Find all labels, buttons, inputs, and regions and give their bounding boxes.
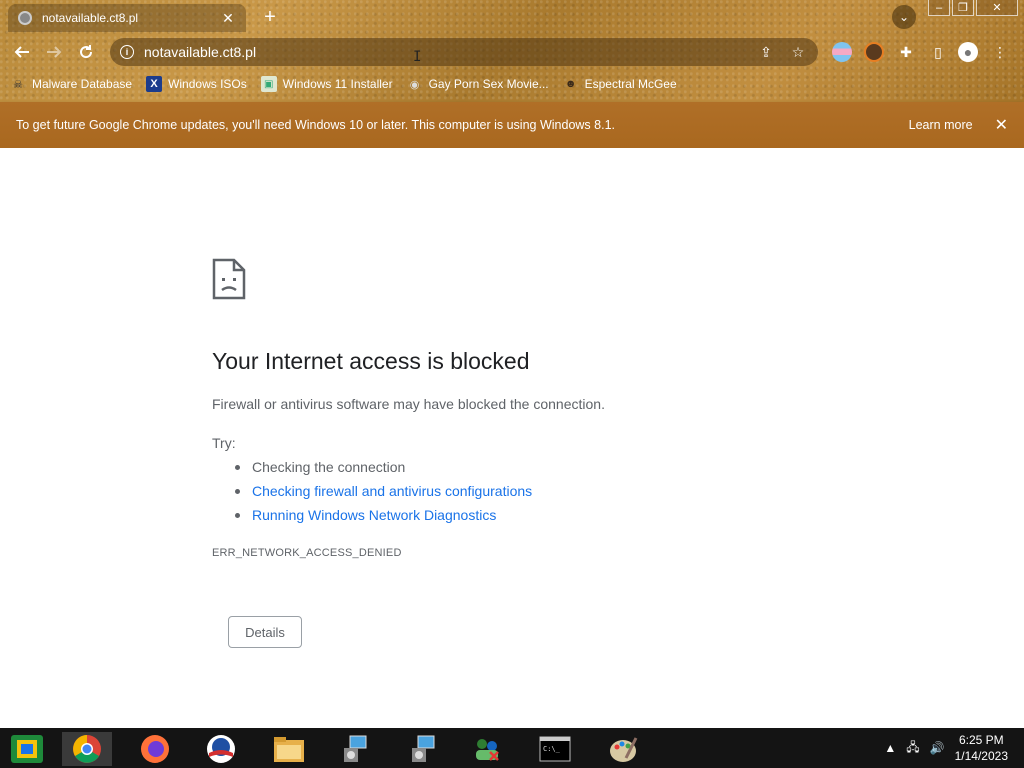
bookmark-star-icon[interactable]: ☆ xyxy=(788,44,808,61)
details-button[interactable]: Details xyxy=(228,616,302,648)
error-code: ERR_NETWORK_ACCESS_DENIED xyxy=(212,547,402,559)
bookmark-porn-site[interactable]: ◉ Gay Porn Sex Movie... xyxy=(407,76,549,92)
volume-icon[interactable]: 🔊 xyxy=(930,741,945,755)
browser-tab[interactable]: notavailable.ct8.pl ✕ xyxy=(8,4,246,32)
svg-text:C:\_: C:\_ xyxy=(543,745,561,753)
sad-document-icon xyxy=(212,258,246,300)
close-window-button[interactable]: ✕ xyxy=(976,0,1018,16)
address-bar[interactable]: i notavailable.ct8.pl ⇪ ☆ xyxy=(110,38,818,66)
taskbar-installer-2[interactable] xyxy=(398,732,448,766)
error-page: Your Internet access is blocked Firewall… xyxy=(0,148,1024,728)
globe-icon xyxy=(18,11,32,25)
network-users-icon xyxy=(476,739,499,761)
chrome-icon xyxy=(73,735,101,763)
taskbar-command-prompt[interactable]: C:\_ xyxy=(530,732,580,766)
maximize-button[interactable]: ❐ xyxy=(952,0,974,16)
learn-more-link[interactable]: Learn more xyxy=(909,118,973,132)
clock[interactable]: 6:25 PM 1/14/2023 xyxy=(955,732,1008,764)
paint-icon xyxy=(610,737,638,762)
installer-icon xyxy=(344,735,367,762)
firefox-icon xyxy=(141,735,169,763)
bookmark-label: Espectral McGee xyxy=(584,77,677,91)
new-tab-button[interactable]: + xyxy=(260,6,280,29)
taskbar-firefox[interactable] xyxy=(130,732,180,766)
extensions-puzzle-icon[interactable]: ✚ xyxy=(896,42,916,62)
update-infobar: To get future Google Chrome updates, you… xyxy=(0,102,1024,148)
back-arrow-icon xyxy=(14,46,29,58)
skull-icon: ☠ xyxy=(13,78,23,91)
show-hidden-icons-icon[interactable]: ▲ xyxy=(884,741,896,755)
file-explorer-icon xyxy=(274,737,304,762)
url-text[interactable]: notavailable.ct8.pl xyxy=(144,44,744,60)
side-panel-icon[interactable]: ▯ xyxy=(928,42,948,62)
suggestion-firewall-link[interactable]: Checking firewall and antivirus configur… xyxy=(234,482,532,506)
suggestions-list: Checking the connection Checking firewal… xyxy=(234,458,532,530)
menu-kebab-icon[interactable]: ⋮ xyxy=(990,42,1010,62)
forward-arrow-icon xyxy=(47,46,62,58)
taskbar-installer-1[interactable] xyxy=(330,732,380,766)
suggestion-check-connection: Checking the connection xyxy=(234,458,532,482)
browser-frame: notavailable.ct8.pl ✕ + ⌄ – ❐ ✕ i notava… xyxy=(0,0,1024,102)
taskbar-paint[interactable] xyxy=(598,732,648,766)
reload-button[interactable] xyxy=(74,40,98,64)
site-info-icon[interactable]: i xyxy=(120,45,134,59)
taskbar-obama-app[interactable] xyxy=(196,732,246,766)
bookmark-espectral-mcgee[interactable]: ☻ Espectral McGee xyxy=(563,76,677,92)
forward-button[interactable] xyxy=(42,40,66,64)
infobar-message: To get future Google Chrome updates, you… xyxy=(16,118,615,132)
disc-icon: ◉ xyxy=(409,78,420,91)
extension-flag-icon[interactable] xyxy=(832,42,852,62)
suggestion-diagnostics-link[interactable]: Running Windows Network Diagnostics xyxy=(234,506,532,530)
command-prompt-icon: C:\_ xyxy=(539,736,571,762)
tab-title: notavailable.ct8.pl xyxy=(42,11,139,25)
bookmark-label: Windows ISOs xyxy=(168,77,247,91)
profile-icon[interactable]: ● xyxy=(958,42,978,62)
clock-time: 6:25 PM xyxy=(958,733,1004,747)
reload-icon xyxy=(80,45,93,59)
taskbar-file-explorer[interactable] xyxy=(264,732,314,766)
error-title: Your Internet access is blocked xyxy=(212,348,530,374)
text-cursor-icon: I xyxy=(413,49,422,65)
bookmarks-bar: ☠ Malware Database X Windows ISOs ▣ Wind… xyxy=(10,74,677,94)
bookmark-label: Malware Database xyxy=(32,77,133,91)
bookmark-label: Gay Porn Sex Movie... xyxy=(428,77,549,91)
back-button[interactable] xyxy=(10,40,34,64)
clock-date: 1/14/2023 xyxy=(954,749,1008,763)
taskbar-chrome[interactable] xyxy=(62,732,112,766)
try-label: Try: xyxy=(212,435,236,451)
face-icon: ☻ xyxy=(564,78,577,90)
network-icon[interactable]: 🖧 xyxy=(906,738,919,759)
installer-icon-2 xyxy=(412,735,435,762)
start-icon xyxy=(11,735,43,763)
window-controls: – ❐ ✕ xyxy=(928,0,1018,16)
x-logo-icon: X xyxy=(146,76,163,92)
obama-logo-icon xyxy=(207,735,235,763)
bookmark-windows-11-installer[interactable]: ▣ Windows 11 Installer xyxy=(260,76,393,92)
start-button[interactable] xyxy=(2,732,52,766)
image-icon: ▣ xyxy=(260,76,277,92)
taskbar-network-users[interactable] xyxy=(462,732,512,766)
tab-search-button[interactable]: ⌄ xyxy=(892,5,916,29)
infobar-close-icon[interactable]: ✕ xyxy=(995,115,1008,135)
system-tray: ▲ 🖧 🔊 6:25 PM 1/14/2023 xyxy=(884,730,1008,766)
bookmark-malware-database[interactable]: ☠ Malware Database xyxy=(10,76,132,92)
error-description: Firewall or antivirus software may have … xyxy=(212,396,605,412)
bookmark-windows-isos[interactable]: X Windows ISOs xyxy=(146,76,247,92)
minimize-button[interactable]: – xyxy=(928,0,950,16)
extension-avatar-icon[interactable] xyxy=(864,42,884,62)
share-icon[interactable]: ⇪ xyxy=(756,44,776,61)
tab-close-icon[interactable]: ✕ xyxy=(220,10,236,27)
bookmark-label: Windows 11 Installer xyxy=(282,77,393,91)
